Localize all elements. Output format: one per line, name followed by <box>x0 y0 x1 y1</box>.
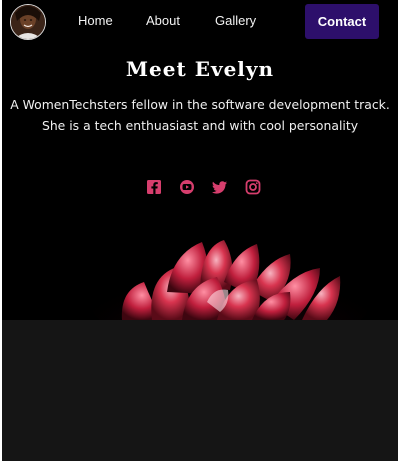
nav-link-gallery[interactable]: Gallery <box>215 13 256 28</box>
content-panel <box>2 320 398 461</box>
hero-line-1: A WomenTechsters fellow in the software … <box>10 97 390 112</box>
hero-line-2: She is a tech enthuasiast and with cool … <box>41 118 359 133</box>
page-title: Meet Evelyn <box>125 57 275 81</box>
avatar-image <box>11 5 45 39</box>
nav-link-home[interactable]: Home <box>78 13 113 28</box>
contact-button[interactable]: Contact <box>305 4 379 39</box>
page: Home About Gallery Contact Meet Evelyn A… <box>2 0 398 461</box>
facebook-icon[interactable] <box>145 178 163 196</box>
youtube-icon[interactable] <box>178 178 196 196</box>
twitter-icon[interactable] <box>211 178 229 196</box>
avatar[interactable] <box>10 4 46 40</box>
hero-description: A WomenTechsters fellow in the software … <box>2 94 398 136</box>
flower-image <box>90 240 370 320</box>
navbar: Home About Gallery Contact <box>2 0 398 44</box>
nav-link-about[interactable]: About <box>146 13 180 28</box>
instagram-icon[interactable] <box>244 178 262 196</box>
